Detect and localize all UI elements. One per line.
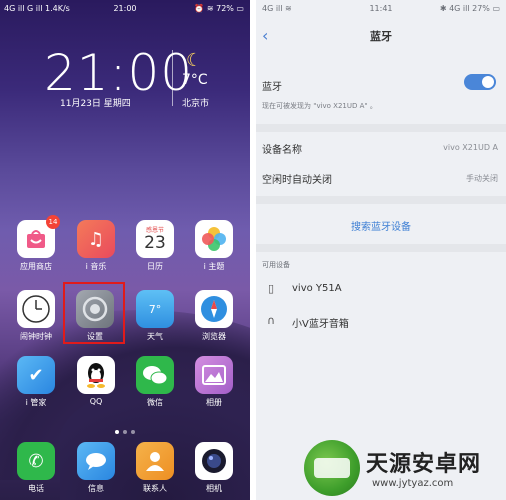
device-item[interactable]: ▯ vivo Y51A [262, 280, 500, 302]
available-devices-label: 可用设备 [262, 261, 290, 269]
qq-label: QQ [89, 397, 103, 406]
browser-app[interactable]: 浏览器 [189, 290, 239, 342]
shield-check-icon: ✔ [17, 356, 55, 394]
weather-city: 北京市 [182, 99, 210, 109]
section-divider [256, 124, 506, 132]
i-theme-app[interactable]: i 主题 [189, 220, 239, 272]
alarm-clock-label: 闹钟时钟 [20, 332, 52, 341]
settings-highlight-box [63, 282, 125, 344]
contacts-app[interactable]: 联系人 [130, 442, 180, 494]
watermark-url: www.jytyaz.com [372, 478, 454, 489]
wechat-app[interactable]: 微信 [130, 356, 180, 408]
auto-off-value: 手动关闭 [466, 174, 498, 183]
clock-widget-date: 11月23日 星期四 [60, 99, 131, 109]
discoverable-text: 现在可被发现为 "vivo X21UD A" 。 [262, 102, 377, 110]
bluetooth-label: 蓝牙 [262, 82, 282, 93]
moon-icon: ☾ [186, 50, 203, 71]
status-bar: 4G ill G ill 1.4K/s 21:00 ⏰ ≋ 72% ▭ [0, 0, 250, 18]
status-bar: 4G ill ≋ 11:41 ✱ 4G ill 27% ▭ [256, 0, 506, 18]
calendar-app[interactable]: 感恩节 23 日历 [130, 220, 180, 272]
music-note-icon: ♫ [77, 220, 115, 258]
camera-label: 相机 [206, 484, 222, 493]
page-title: 蓝牙 [370, 30, 392, 43]
penguin-icon [77, 356, 115, 394]
calendar-label: 日历 [147, 262, 163, 271]
alarm-clock-app[interactable]: 闹钟时钟 [11, 290, 61, 342]
chat-bubbles-icon [136, 356, 174, 394]
album-app[interactable]: 相册 [189, 356, 239, 408]
widget-divider [172, 50, 173, 106]
section-divider [256, 244, 506, 252]
weather-app-temp: 7° [148, 302, 162, 316]
calendar-day: 23 [144, 232, 166, 253]
i-manager-label: i 管家 [25, 398, 47, 407]
page-dot [123, 430, 127, 434]
header-bar: ‹ 蓝牙 [256, 24, 506, 50]
flower-icon [195, 220, 233, 258]
device-name-label: 设备名称 [262, 145, 302, 156]
clock-icon [17, 290, 55, 328]
bluetooth-toggle[interactable] [464, 74, 496, 90]
device-item[interactable]: ∩ 小V蓝牙音箱 [262, 312, 500, 334]
camera-app[interactable]: 相机 [189, 442, 239, 494]
page-dot-active [115, 430, 119, 434]
app-store-badge: 14 [46, 215, 60, 229]
status-right: ⏰ ≋ 72% ▭ [194, 4, 244, 13]
scan-bluetooth-button[interactable]: 搜索蓝牙设备 [256, 218, 506, 233]
contacts-label: 联系人 [143, 484, 167, 493]
site-watermark: 天源安卓网 www.jytyaz.com [300, 436, 506, 500]
device-name-row[interactable]: 设备名称 vivo X21UD A [262, 141, 500, 156]
watermark-title: 天源安卓网 [366, 452, 482, 477]
app-store-label: 应用商店 [20, 262, 52, 271]
toggle-knob [482, 76, 494, 88]
headphones-icon: ∩ [266, 314, 276, 327]
compass-icon [195, 290, 233, 328]
weather-app[interactable]: 7° 天气 [130, 290, 180, 342]
phone-icon: ▯ [267, 282, 275, 295]
i-music-label: i 音乐 [85, 262, 107, 271]
clock-widget-time[interactable]: 21:00 [44, 44, 193, 102]
weather-temp: 7°C [182, 72, 208, 88]
bluetooth-settings-screen: 4G ill ≋ 11:41 ✱ 4G ill 27% ▭ ‹ 蓝牙 蓝牙 现在… [256, 0, 506, 500]
page-dot [131, 430, 135, 434]
camera-lens-icon [195, 442, 233, 480]
person-icon [136, 442, 174, 480]
auto-off-row[interactable]: 空闲时自动关闭 手动关闭 [262, 171, 500, 186]
weather-app-icon: 7° [136, 290, 174, 328]
section-divider [256, 196, 506, 204]
i-manager-app[interactable]: ✔ i 管家 [11, 356, 61, 408]
watermark-logo-icon [304, 440, 360, 496]
photo-icon [195, 356, 233, 394]
qq-app[interactable]: QQ [71, 356, 121, 406]
phone-handset-icon: ✆ [17, 442, 55, 480]
phone-app[interactable]: ✆ 电话 [11, 442, 61, 494]
app-store-app[interactable]: 14 应用商店 [11, 215, 61, 272]
device-name-value: vivo X21UD A [443, 143, 498, 152]
device-name: vivo Y51A [292, 283, 342, 294]
weather-app-label: 天气 [147, 332, 163, 341]
message-bubble-icon [77, 442, 115, 480]
phone-label: 电话 [28, 484, 44, 493]
album-label: 相册 [206, 398, 222, 407]
i-theme-label: i 主题 [203, 262, 225, 271]
i-music-app[interactable]: ♫ i 音乐 [71, 220, 121, 272]
app-store-icon: 14 [17, 215, 60, 258]
calendar-icon: 感恩节 23 [136, 220, 174, 258]
home-screen: 4G ill G ill 1.4K/s 21:00 ⏰ ≋ 72% ▭ 21:0… [0, 0, 250, 500]
auto-off-label: 空闲时自动关闭 [262, 175, 332, 186]
wechat-label: 微信 [147, 398, 163, 407]
page-indicator[interactable] [0, 419, 250, 438]
messages-label: 信息 [88, 484, 104, 493]
messages-app[interactable]: 信息 [71, 442, 121, 494]
browser-label: 浏览器 [202, 332, 226, 341]
status-right: ✱ 4G ill 27% ▭ [439, 4, 500, 13]
device-name: 小V蓝牙音箱 [292, 319, 349, 330]
